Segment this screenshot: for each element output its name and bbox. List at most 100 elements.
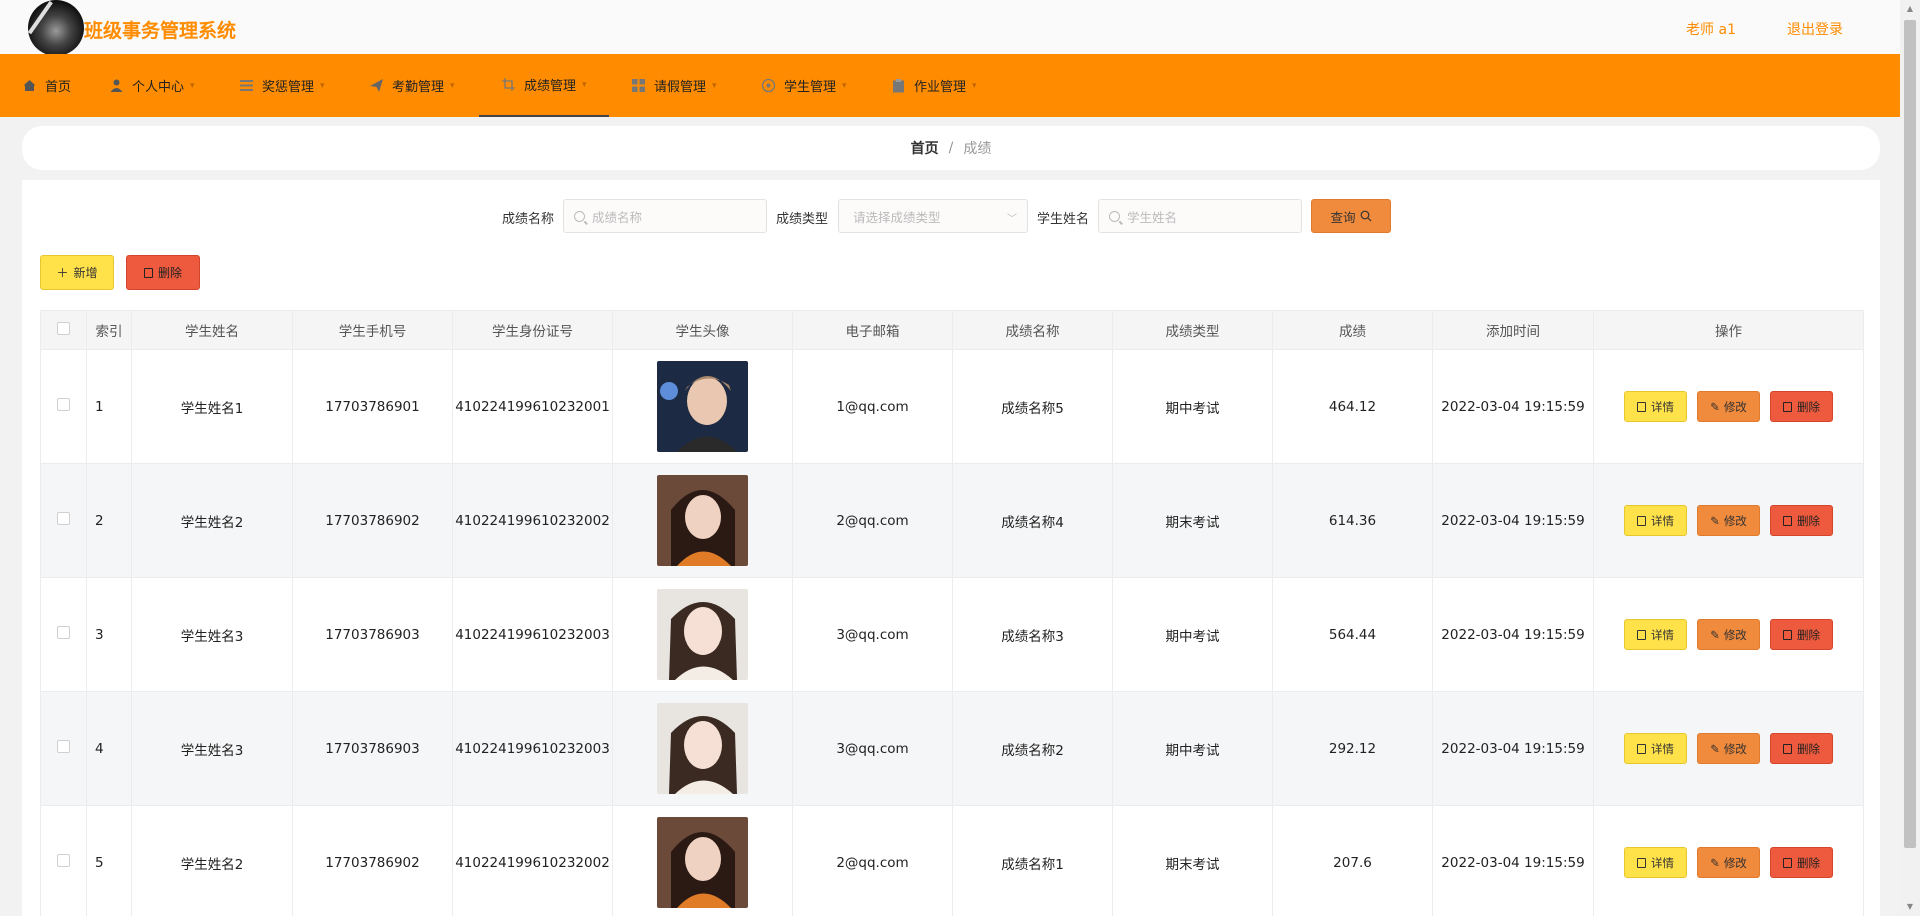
delete-button[interactable]: 删除	[1770, 505, 1833, 536]
student-id-card: 410224199610232001	[452, 349, 613, 464]
circle-icon	[761, 78, 776, 93]
student-email: 2@qq.com	[792, 463, 953, 578]
trash-icon	[143, 267, 153, 278]
row-checkbox[interactable]	[57, 740, 70, 753]
chevron-down-icon: ﹀	[1007, 214, 1017, 225]
edit-button[interactable]: ✎ 修改	[1697, 847, 1760, 878]
detail-button[interactable]: 详情	[1624, 733, 1687, 764]
nav-item-scores[interactable]: 成绩管理 ▾	[479, 54, 609, 117]
row-checkbox[interactable]	[57, 626, 70, 639]
nav-item-label: 成绩管理	[524, 79, 577, 94]
student-email: 1@qq.com	[792, 349, 953, 464]
row-actions: 详情 ✎ 修改 删除	[1593, 349, 1864, 464]
edit-button[interactable]: ✎ 修改	[1697, 391, 1760, 422]
nav-item-profile[interactable]: 个人中心 ▾	[109, 54, 195, 117]
nav-item-home[interactable]: 首页	[22, 54, 71, 117]
table-header-row: 索引 学生姓名 学生手机号 学生身份证号 学生头像 电子邮箱 成绩名称 成绩类型…	[40, 310, 1864, 350]
select-all-checkbox[interactable]	[57, 321, 70, 335]
document-icon	[1637, 743, 1646, 754]
scroll-down-icon[interactable]: ▼	[1904, 902, 1916, 912]
detail-label: 详情	[1651, 855, 1674, 870]
delete-button[interactable]: 删除	[1770, 733, 1833, 764]
logout-link[interactable]: 退出登录	[1787, 19, 1843, 39]
document-icon	[1637, 629, 1646, 640]
scroll-up-icon[interactable]: ▲	[1904, 4, 1916, 14]
edit-button[interactable]: ✎ 修改	[1697, 505, 1760, 536]
column-header: 成绩名称	[952, 310, 1113, 350]
app-title: 班级事务管理系统	[84, 20, 237, 42]
student-id-card: 410224199610232002	[452, 463, 613, 578]
nav-item-label: 奖惩管理	[262, 80, 315, 95]
table-row: 3 学生姓名3 17703786903 410224199610232003 3…	[40, 577, 1864, 692]
student-avatar	[657, 589, 748, 680]
delete-label: 删除	[1797, 855, 1820, 870]
delete-button[interactable]: 删除	[1770, 619, 1833, 650]
nav-item-homework[interactable]: 作业管理 ▾	[891, 54, 977, 117]
breadcrumb-separator: /	[948, 140, 954, 156]
breadcrumb-home[interactable]: 首页	[911, 138, 939, 158]
student-id-card: 410224199610232003	[452, 691, 613, 806]
nav-item-label: 作业管理	[914, 80, 967, 95]
delete-button[interactable]: 删除	[1770, 391, 1833, 422]
row-checkbox[interactable]	[57, 512, 70, 525]
edit-button[interactable]: ✎ 修改	[1697, 619, 1760, 650]
chevron-down-icon: ▾	[320, 80, 325, 91]
query-button[interactable]: 查询	[1311, 199, 1391, 233]
query-button-label: 查询	[1330, 209, 1356, 225]
student-name-input[interactable]: 学生姓名	[1098, 199, 1302, 233]
top-header: 班级事务管理系统 老师 a1 退出登录	[0, 0, 1900, 56]
search-icon	[574, 210, 585, 222]
detail-button[interactable]: 详情	[1624, 391, 1687, 422]
score-name-input[interactable]: 成绩名称	[563, 199, 767, 233]
detail-button[interactable]: 详情	[1624, 505, 1687, 536]
column-header: 操作	[1593, 310, 1864, 350]
add-button[interactable]: ＋ 新增	[40, 255, 114, 290]
score-name-label: 成绩名称	[502, 212, 555, 227]
chevron-down-icon: ▾	[972, 80, 977, 91]
document-icon	[1637, 857, 1646, 868]
pencil-icon: ✎	[1710, 855, 1720, 870]
detail-label: 详情	[1651, 741, 1674, 756]
detail-button[interactable]: 详情	[1624, 847, 1687, 878]
score-type: 期末考试	[1112, 805, 1273, 916]
student-avatar-cell	[612, 349, 793, 464]
user-icon	[109, 78, 124, 93]
nav-item-label: 学生管理	[784, 80, 837, 95]
row-index: 5	[86, 805, 132, 916]
nav-item-leave[interactable]: 请假管理 ▾	[631, 54, 717, 117]
home-icon	[22, 78, 37, 93]
edit-button[interactable]: ✎ 修改	[1697, 733, 1760, 764]
nav-item-label: 个人中心	[132, 80, 185, 95]
search-icon	[1109, 210, 1120, 222]
student-avatar-cell	[612, 463, 793, 578]
score-value: 614.36	[1272, 463, 1433, 578]
added-time: 2022-03-04 19:15:59	[1432, 691, 1594, 806]
row-checkbox[interactable]	[57, 398, 70, 411]
select-all-cell	[40, 310, 87, 350]
nav-item-attendance[interactable]: 考勤管理 ▾	[369, 54, 455, 117]
row-select-cell	[40, 805, 87, 916]
row-index: 2	[86, 463, 132, 578]
batch-delete-button[interactable]: 删除	[126, 255, 200, 290]
delete-label: 删除	[1797, 741, 1820, 756]
nav-item-rewards[interactable]: 奖惩管理 ▾	[239, 54, 325, 117]
scrollbar-thumb[interactable]	[1904, 20, 1916, 848]
student-name: 学生姓名3	[131, 577, 293, 692]
delete-button[interactable]: 删除	[1770, 847, 1833, 878]
chevron-down-icon: ▾	[842, 80, 847, 91]
score-type: 期末考试	[1112, 463, 1273, 578]
detail-button[interactable]: 详情	[1624, 619, 1687, 650]
score-type-select[interactable]: 请选择成绩类型 ﹀	[838, 199, 1028, 233]
score-name: 成绩名称1	[952, 805, 1113, 916]
row-select-cell	[40, 577, 87, 692]
score-type-placeholder: 请选择成绩类型	[853, 209, 941, 225]
row-checkbox[interactable]	[57, 854, 70, 867]
row-select-cell	[40, 691, 87, 806]
row-index: 4	[86, 691, 132, 806]
added-time: 2022-03-04 19:15:59	[1432, 805, 1594, 916]
detail-label: 详情	[1651, 399, 1674, 414]
table-row: 1 学生姓名1 17703786901 410224199610232001 1…	[40, 349, 1864, 464]
nav-item-students[interactable]: 学生管理 ▾	[761, 54, 847, 117]
add-button-label: 新增	[73, 266, 98, 280]
edit-label: 修改	[1723, 399, 1747, 414]
